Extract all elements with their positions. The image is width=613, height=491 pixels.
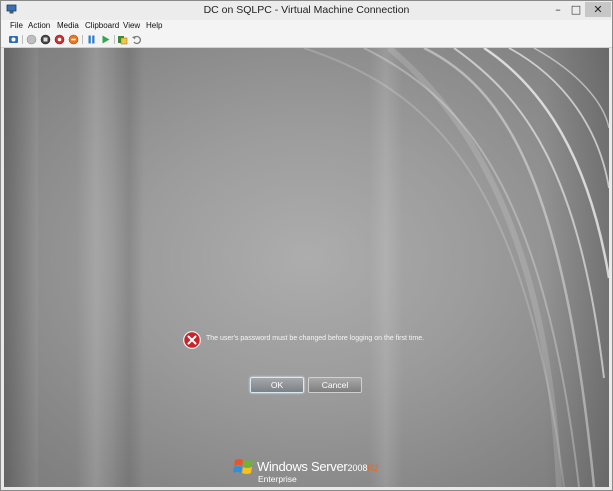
start-icon[interactable]: [26, 34, 37, 45]
ok-button[interactable]: OK: [250, 377, 304, 393]
windows-flag-icon: [233, 459, 253, 474]
resume-icon[interactable]: [100, 34, 111, 45]
menu-file[interactable]: File: [10, 20, 23, 32]
product-release: R2: [367, 463, 379, 473]
error-message: The user's password must be changed befo…: [206, 335, 425, 342]
error-icon: [183, 331, 201, 349]
menu-view[interactable]: View: [123, 20, 140, 32]
revert-icon[interactable]: [131, 34, 142, 45]
product-edition: Enterprise: [258, 474, 297, 484]
product-title: Windows Server: [257, 459, 348, 474]
turn-off-icon[interactable]: [40, 34, 51, 45]
menu-clipboard[interactable]: Clipboard: [85, 20, 119, 32]
title-bar[interactable]: DC on SQLPC - Virtual Machine Connection…: [1, 1, 612, 20]
toolbar-separator: [114, 35, 115, 44]
menu-action[interactable]: Action: [28, 20, 50, 32]
light-arc-swirls: [303, 48, 609, 487]
toolbar-separator: [82, 35, 83, 44]
ctrl-alt-del-icon[interactable]: [8, 34, 19, 45]
shut-down-icon[interactable]: [54, 34, 65, 45]
vm-screen[interactable]: The user's password must be changed befo…: [4, 48, 609, 487]
snapshot-icon[interactable]: [117, 34, 128, 45]
toolbar: [1, 32, 612, 48]
product-version: 2008: [347, 463, 368, 473]
menu-media[interactable]: Media: [57, 20, 79, 32]
window-title: DC on SQLPC - Virtual Machine Connection: [203, 4, 410, 16]
toolbar-separator: [22, 35, 23, 44]
close-button[interactable]: ✕: [585, 2, 611, 17]
minimize-button[interactable]: –: [549, 2, 567, 17]
maximize-button[interactable]: □: [567, 2, 585, 17]
vm-connection-window: DC on SQLPC - Virtual Machine Connection…: [0, 0, 613, 491]
save-state-icon[interactable]: [68, 34, 79, 45]
pause-icon[interactable]: [86, 34, 97, 45]
cancel-button[interactable]: Cancel: [308, 377, 362, 393]
menu-bar: File Action Media Clipboard View Help: [1, 20, 612, 32]
product-name: Windows Server2008R2: [257, 459, 379, 474]
windows-server-logo: Windows Server2008R2 Enterprise: [233, 453, 393, 487]
menu-help[interactable]: Help: [146, 20, 162, 32]
